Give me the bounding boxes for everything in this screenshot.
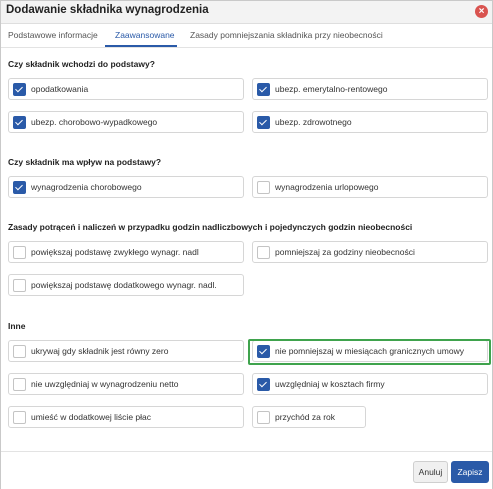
option-opodatkowania[interactable]: opodatkowania bbox=[8, 78, 244, 100]
option-label: wynagrodzenia chorobowego bbox=[31, 182, 142, 192]
option-label: wynagrodzenia urlopowego bbox=[275, 182, 379, 192]
option-powieksz-dodatkowego[interactable]: powiększaj podstawę dodatkowego wynagr. … bbox=[8, 274, 244, 296]
option-label: ubezp. chorobowo-wypadkowego bbox=[31, 117, 158, 127]
option-przychod-za-rok[interactable]: przychód za rok bbox=[252, 406, 366, 428]
option-label: opodatkowania bbox=[31, 84, 89, 94]
checkbox-unchecked[interactable] bbox=[13, 279, 26, 292]
section-title-deductions: Zasady potrąceń i naliczeń w przypadku g… bbox=[8, 222, 413, 232]
option-label: powiększaj podstawę zwykłego wynagr. nad… bbox=[31, 247, 199, 257]
option-label: ubezp. emerytalno-rentowego bbox=[275, 84, 388, 94]
dialog-titlebar: Dodawanie składnika wynagrodzenia × bbox=[1, 1, 492, 24]
checkbox-checked[interactable] bbox=[13, 181, 26, 194]
tab-advanced[interactable]: Zaawansowane bbox=[115, 30, 175, 40]
tab-bar: Podstawowe informacje Zaawansowane Zasad… bbox=[1, 24, 492, 48]
option-ubezp-chorobowo-wypadkowego[interactable]: ubezp. chorobowo-wypadkowego bbox=[8, 111, 244, 133]
option-ubezp-zdrowotnego[interactable]: ubezp. zdrowotnego bbox=[252, 111, 488, 133]
option-label: uwzględniaj w kosztach firmy bbox=[275, 379, 385, 389]
option-pomniejszaj-godziny[interactable]: pomniejszaj za godziny nieobecności bbox=[252, 241, 488, 263]
option-ubezp-emerytalno-rentowego[interactable]: ubezp. emerytalno-rentowego bbox=[252, 78, 488, 100]
checkbox-checked[interactable] bbox=[257, 116, 270, 129]
close-icon[interactable]: × bbox=[475, 5, 488, 18]
tab-basic-info[interactable]: Podstawowe informacje bbox=[8, 30, 98, 40]
option-nie-uwzgledniaj-netto[interactable]: nie uwzględniaj w wynagrodzeniu netto bbox=[8, 373, 244, 395]
option-label: nie uwzględniaj w wynagrodzeniu netto bbox=[31, 379, 179, 389]
option-label: powiększaj podstawę dodatkowego wynagr. … bbox=[31, 280, 217, 290]
checkbox-checked[interactable] bbox=[257, 83, 270, 96]
checkbox-unchecked[interactable] bbox=[13, 345, 26, 358]
checkbox-unchecked[interactable] bbox=[13, 246, 26, 259]
tab-absence-rules[interactable]: Zasady pomniejszania składnika przy nieo… bbox=[190, 30, 383, 40]
dialog-footer: Anuluj Zapisz bbox=[1, 451, 492, 489]
highlight-frame bbox=[248, 339, 491, 365]
option-label: ukrywaj gdy składnik jest równy zero bbox=[31, 346, 169, 356]
checkbox-unchecked[interactable] bbox=[257, 246, 270, 259]
option-ukrywaj-zero[interactable]: ukrywaj gdy składnik jest równy zero bbox=[8, 340, 244, 362]
section-title-influence: Czy składnik ma wpływ na podstawy? bbox=[8, 157, 162, 167]
checkbox-unchecked[interactable] bbox=[13, 378, 26, 391]
dialog: Dodawanie składnika wynagrodzenia × Pods… bbox=[0, 0, 493, 489]
option-powieksz-zwyklego[interactable]: powiększaj podstawę zwykłego wynagr. nad… bbox=[8, 241, 244, 263]
option-label: pomniejszaj za godziny nieobecności bbox=[275, 247, 415, 257]
section-title-base: Czy składnik wchodzi do podstawy? bbox=[8, 59, 155, 69]
checkbox-checked[interactable] bbox=[257, 378, 270, 391]
option-wynagrodzenia-chorobowego[interactable]: wynagrodzenia chorobowego bbox=[8, 176, 244, 198]
option-label: umieść w dodatkowej liście płac bbox=[31, 412, 151, 422]
option-uwzgledniaj-koszty[interactable]: uwzględniaj w kosztach firmy bbox=[252, 373, 488, 395]
option-dodatkowa-lista-plac[interactable]: umieść w dodatkowej liście płac bbox=[8, 406, 244, 428]
checkbox-checked[interactable] bbox=[13, 116, 26, 129]
active-tab-indicator bbox=[105, 45, 177, 47]
option-wynagrodzenia-urlopowego[interactable]: wynagrodzenia urlopowego bbox=[252, 176, 488, 198]
option-label: ubezp. zdrowotnego bbox=[275, 117, 352, 127]
checkbox-unchecked[interactable] bbox=[257, 411, 270, 424]
checkbox-unchecked[interactable] bbox=[257, 181, 270, 194]
dialog-title: Dodawanie składnika wynagrodzenia bbox=[6, 4, 209, 16]
cancel-button[interactable]: Anuluj bbox=[413, 461, 448, 483]
checkbox-checked[interactable] bbox=[13, 83, 26, 96]
save-button[interactable]: Zapisz bbox=[451, 461, 489, 483]
option-label: przychód za rok bbox=[275, 412, 335, 422]
checkbox-unchecked[interactable] bbox=[13, 411, 26, 424]
section-title-other: Inne bbox=[8, 321, 26, 331]
